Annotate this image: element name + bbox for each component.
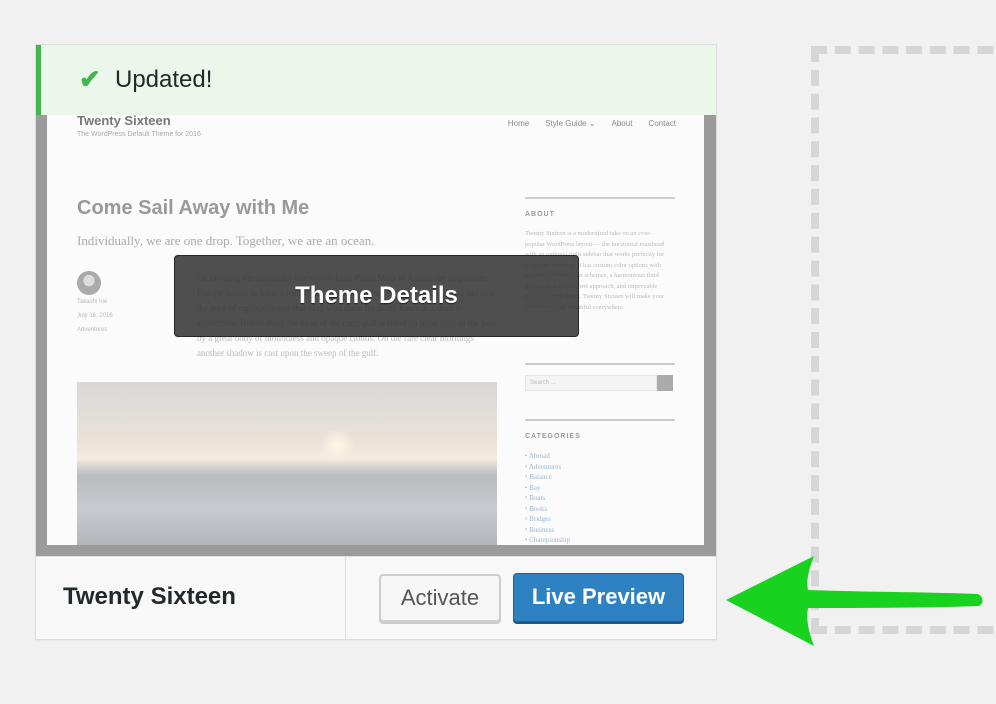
preview-menu-item: Style Guide ⌄ (545, 119, 596, 128)
preview-post-title: Come Sail Away with Me (77, 197, 310, 219)
search-icon (657, 375, 673, 391)
preview-date: July 16, 2016 (77, 313, 113, 319)
sidebar-categories-heading: CATEGORIES (525, 433, 581, 440)
preview-post-subtitle: Individually, we are one drop. Together,… (77, 233, 375, 248)
green-arrow-icon (726, 556, 983, 646)
category-item: Abroad (525, 451, 570, 462)
checkmark-icon: ✔ (79, 64, 101, 94)
category-item: Championship (525, 535, 570, 545)
preview-menu: Home Style Guide ⌄ About Contact (508, 119, 676, 128)
add-new-theme-placeholder[interactable] (811, 46, 996, 634)
category-item: Bay (525, 483, 570, 494)
sun-glow (317, 430, 357, 460)
preview-search: Search ... (525, 375, 673, 391)
category-item: Books (525, 504, 570, 515)
updated-message: Updated! (115, 66, 213, 93)
category-item: Boats (525, 493, 570, 504)
preview-menu-item: Home (507, 119, 530, 128)
preview-author: Takashi Irie (77, 299, 108, 305)
category-item: Adventures (525, 462, 570, 473)
preview-site-description: The WordPress Default Theme for 2016 (77, 131, 201, 138)
sidebar-rule (525, 197, 675, 199)
updated-notice: ✔ Updated! (36, 45, 716, 115)
category-item: Bridges (525, 514, 570, 525)
activate-button[interactable]: Activate (379, 574, 501, 622)
preview-menu-item: Contact (648, 119, 676, 128)
theme-actions-bar: Twenty Sixteen Activate Live Preview (36, 556, 716, 639)
avatar (77, 271, 101, 295)
preview-search-input: Search ... (525, 375, 657, 391)
category-item: Business (525, 525, 570, 536)
theme-screenshot[interactable]: ✔ Updated! Twenty Sixteen The WordPress … (36, 45, 716, 556)
sidebar-rule (525, 419, 675, 421)
preview-site-title: Twenty Sixteen (77, 113, 171, 128)
sidebar-rule (525, 363, 675, 365)
arrow-shape (726, 556, 983, 646)
category-list: Abroad Adventures Balance Bay Boats Book… (525, 451, 570, 545)
preview-hero-image (77, 382, 497, 545)
preview-category: Adventures (77, 327, 108, 333)
theme-name: Twenty Sixteen (63, 583, 236, 610)
theme-card[interactable]: ✔ Updated! Twenty Sixteen The WordPress … (35, 44, 717, 640)
sidebar-about-heading: ABOUT (525, 211, 555, 218)
category-item: Balance (525, 472, 570, 483)
preview-menu-item: About (611, 119, 633, 128)
divider (345, 557, 346, 639)
live-preview-button[interactable]: Live Preview (513, 573, 684, 622)
theme-details-button[interactable]: Theme Details (174, 255, 579, 337)
